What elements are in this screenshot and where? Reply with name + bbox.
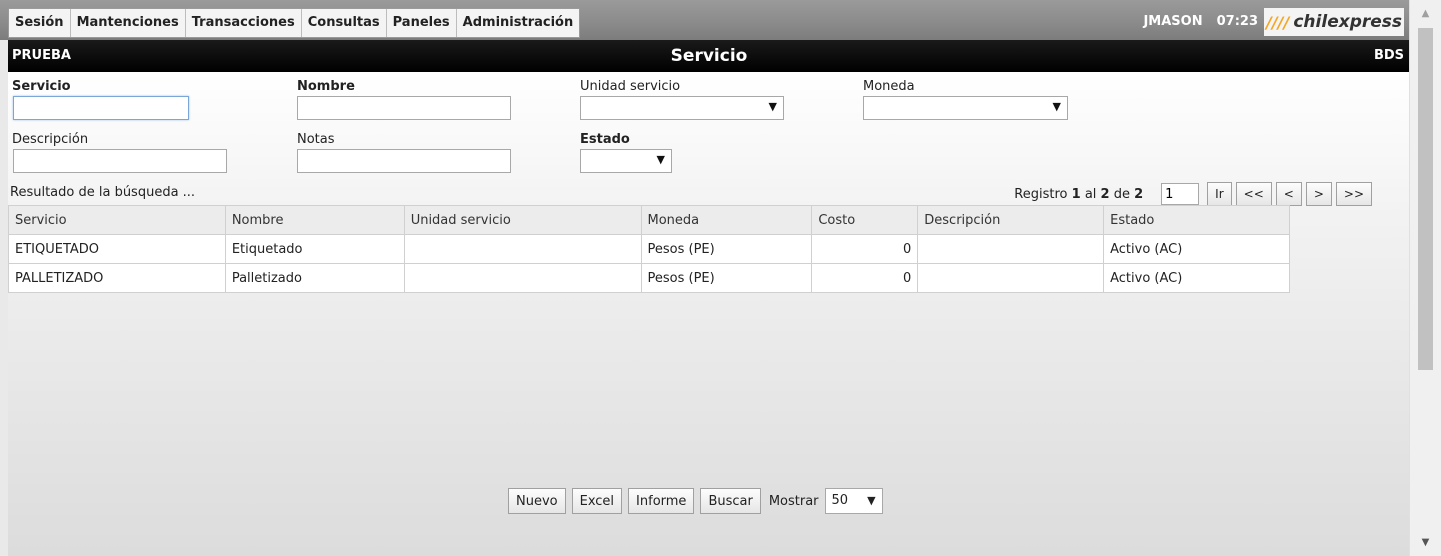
unidad-servicio-select[interactable]: ▼ bbox=[580, 96, 784, 120]
cell-moneda: Pesos (PE) bbox=[640, 263, 813, 293]
page-size-select[interactable]: 50 ▼ bbox=[824, 488, 883, 514]
estado-select[interactable]: ▼ bbox=[580, 149, 672, 173]
next-page-button[interactable]: > bbox=[1305, 182, 1332, 206]
user-name: JMASON bbox=[1143, 14, 1203, 29]
table-row[interactable]: ETIQUETADO Etiquetado Pesos (PE) 0 Activ… bbox=[8, 234, 1290, 264]
unidad-servicio-label: Unidad servicio bbox=[580, 79, 681, 94]
prev-page-button[interactable]: < bbox=[1275, 182, 1302, 206]
chilexpress-logo: //// chilexpress bbox=[1264, 8, 1404, 36]
cell-costo: 0 bbox=[811, 234, 919, 264]
top-menu-bar: Sesión Mantenciones Transacciones Consul… bbox=[0, 0, 1410, 40]
vertical-scrollbar[interactable]: ▲ ▼ bbox=[1409, 0, 1441, 556]
column-header-unidad-servicio[interactable]: Unidad servicio bbox=[403, 205, 642, 235]
cell-unidad-servicio bbox=[403, 263, 642, 293]
menu-item-mantenciones[interactable]: Mantenciones bbox=[71, 9, 186, 37]
menu-item-sesion[interactable]: Sesión bbox=[9, 9, 71, 37]
table-row[interactable]: PALLETIZADO Palletizado Pesos (PE) 0 Act… bbox=[8, 263, 1290, 293]
scroll-down-icon[interactable]: ▼ bbox=[1410, 537, 1441, 548]
column-header-costo[interactable]: Costo bbox=[811, 205, 919, 235]
main-menu: Sesión Mantenciones Transacciones Consul… bbox=[8, 8, 581, 38]
cell-nombre: Palletizado bbox=[224, 263, 405, 293]
page-size-value: 50 bbox=[831, 493, 849, 508]
dropdown-arrow-icon: ▼ bbox=[656, 153, 665, 166]
pager-al-text: al bbox=[1084, 186, 1097, 202]
pager-total: 2 bbox=[1134, 186, 1144, 202]
menu-item-transacciones[interactable]: Transacciones bbox=[186, 9, 302, 37]
menu-item-paneles[interactable]: Paneles bbox=[387, 9, 457, 37]
pager-from: 1 bbox=[1071, 186, 1081, 202]
nuevo-button[interactable]: Nuevo bbox=[508, 488, 566, 514]
page-number-input[interactable] bbox=[1161, 183, 1200, 205]
descripcion-label: Descripción bbox=[12, 132, 89, 147]
dropdown-arrow-icon: ▼ bbox=[768, 100, 777, 113]
scroll-up-icon[interactable]: ▲ bbox=[1410, 8, 1441, 19]
logo-text: chilexpress bbox=[1293, 12, 1403, 32]
user-info: JMASON 07:23 bbox=[1143, 8, 1258, 36]
cell-unidad-servicio bbox=[403, 234, 642, 264]
buscar-button[interactable]: Buscar bbox=[700, 488, 761, 514]
go-page-button[interactable]: Ir bbox=[1207, 182, 1232, 206]
pager-to: 2 bbox=[1100, 186, 1110, 202]
estado-label: Estado bbox=[580, 132, 630, 147]
first-page-button[interactable]: << bbox=[1235, 182, 1272, 206]
cell-servicio: ETIQUETADO bbox=[8, 234, 226, 264]
cell-estado: Activo (AC) bbox=[1103, 234, 1290, 264]
pager-summary: Registro 1 al 2 de 2 bbox=[1014, 187, 1143, 202]
dropdown-arrow-icon: ▼ bbox=[867, 494, 876, 507]
servicio-input[interactable] bbox=[13, 96, 189, 120]
servicio-label: Servicio bbox=[12, 79, 71, 94]
scrollbar-thumb[interactable] bbox=[1418, 28, 1433, 370]
cell-moneda: Pesos (PE) bbox=[640, 234, 813, 264]
dropdown-arrow-icon: ▼ bbox=[1052, 100, 1061, 113]
page-title: Servicio bbox=[670, 46, 748, 66]
title-bar: PRUEBA Servicio BDS bbox=[8, 40, 1410, 72]
nombre-input[interactable] bbox=[297, 96, 511, 120]
notas-input[interactable] bbox=[297, 149, 511, 173]
table-header-row: Servicio Nombre Unidad servicio Moneda C… bbox=[8, 205, 1290, 235]
column-header-servicio[interactable]: Servicio bbox=[8, 205, 226, 235]
main-content: Servicio Nombre Unidad servicio ▼ Moneda… bbox=[8, 72, 1410, 556]
moneda-select[interactable]: ▼ bbox=[863, 96, 1068, 120]
column-header-descripcion[interactable]: Descripción bbox=[917, 205, 1105, 235]
pager-de-text: de bbox=[1113, 186, 1130, 202]
descripcion-input[interactable] bbox=[13, 149, 227, 173]
moneda-label: Moneda bbox=[863, 79, 915, 94]
nombre-label: Nombre bbox=[297, 79, 355, 94]
action-bar: Nuevo Excel Informe Buscar Mostrar 50 ▼ bbox=[508, 488, 883, 514]
last-page-button[interactable]: >> bbox=[1335, 182, 1372, 206]
pager: Registro 1 al 2 de 2 Ir << < > >> bbox=[1014, 182, 1372, 206]
cell-descripcion bbox=[917, 263, 1105, 293]
cell-estado: Activo (AC) bbox=[1103, 263, 1290, 293]
pager-registro-text: Registro bbox=[1014, 186, 1068, 202]
notas-label: Notas bbox=[297, 132, 335, 147]
menu-item-consultas[interactable]: Consultas bbox=[302, 9, 387, 37]
column-header-estado[interactable]: Estado bbox=[1103, 205, 1290, 235]
results-label: Resultado de la búsqueda ... bbox=[10, 185, 196, 200]
cell-descripcion bbox=[917, 234, 1105, 264]
results-table: Servicio Nombre Unidad servicio Moneda C… bbox=[8, 205, 1290, 293]
cell-nombre: Etiquetado bbox=[224, 234, 405, 264]
cell-costo: 0 bbox=[811, 263, 919, 293]
database-label: BDS bbox=[1373, 48, 1404, 63]
excel-button[interactable]: Excel bbox=[571, 488, 623, 514]
menu-item-administracion[interactable]: Administración bbox=[457, 9, 580, 37]
mostrar-label: Mostrar bbox=[768, 493, 819, 509]
informe-button[interactable]: Informe bbox=[628, 488, 695, 514]
clock-time: 07:23 bbox=[1216, 14, 1258, 29]
column-header-nombre[interactable]: Nombre bbox=[224, 205, 405, 235]
cell-servicio: PALLETIZADO bbox=[8, 263, 226, 293]
column-header-moneda[interactable]: Moneda bbox=[640, 205, 813, 235]
logo-mark-icon: //// bbox=[1265, 12, 1290, 32]
